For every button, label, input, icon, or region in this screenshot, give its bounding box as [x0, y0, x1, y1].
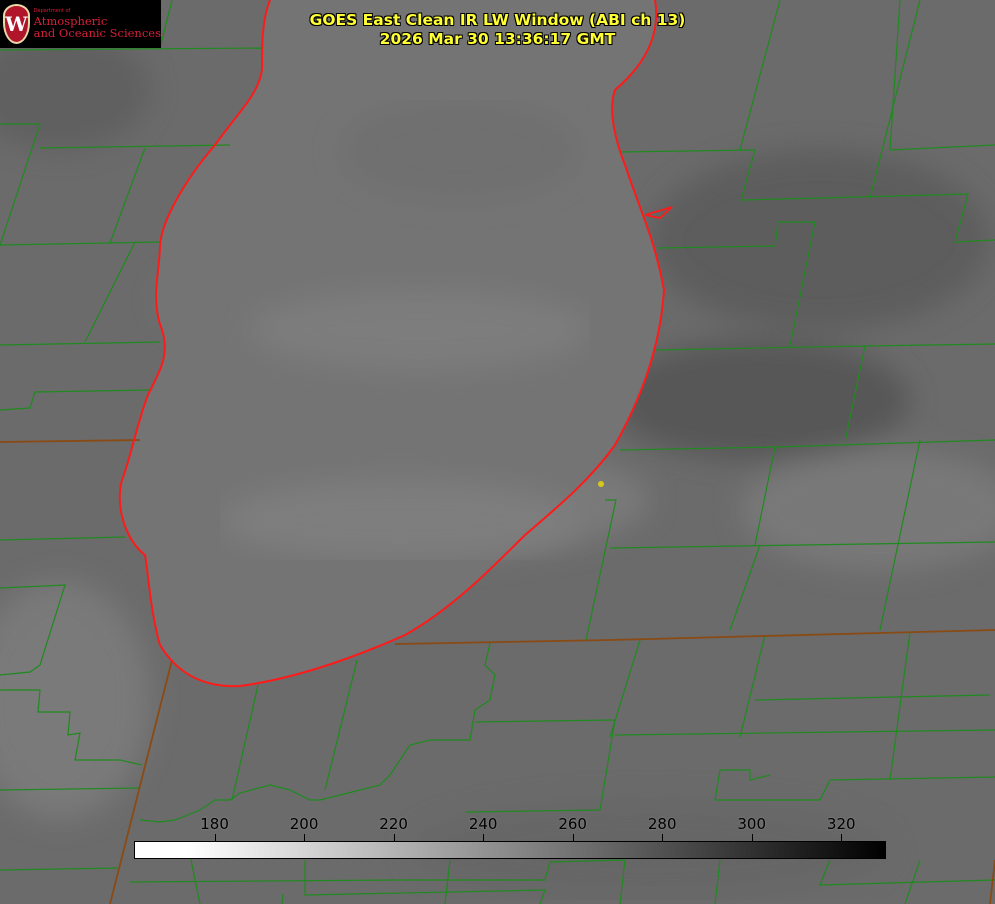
colorbar-tick-mark [215, 834, 216, 841]
location-marker [598, 481, 604, 487]
colorbar-tick-mark [841, 834, 842, 841]
timestamp: 2026 Mar 30 13:36:17 GMT [379, 30, 616, 48]
uw-crest-icon: W [3, 4, 30, 44]
satellite-image-viewer: W Department of Atmospheric and Oceanic … [0, 0, 995, 904]
colorbar-tick-label: 300 [737, 815, 767, 833]
colorbar-tick-mark [394, 834, 395, 841]
colorbar-tick-mark [662, 834, 663, 841]
colorbar-tick-mark [304, 834, 305, 841]
image-title: GOES East Clean IR LW Window (ABI ch 13)… [260, 11, 735, 49]
colorbar-tick-mark [483, 834, 484, 841]
colorbar-tick-label: 240 [468, 815, 498, 833]
colorbar-tick-label: 200 [289, 815, 319, 833]
temperature-colorbar [134, 841, 886, 859]
colorbar-tick-label: 260 [558, 815, 587, 833]
logo-line2: and Oceanic Sciences [33, 25, 161, 40]
product-title: GOES East Clean IR LW Window (ABI ch 13) [309, 11, 686, 29]
logo-text: Department of Atmospheric and Oceanic Sc… [34, 9, 161, 39]
satellite-map [0, 0, 995, 904]
colorbar-tick-mark [752, 834, 753, 841]
colorbar-tick-mark [573, 834, 574, 841]
colorbar-tick-label: 320 [826, 815, 856, 833]
colorbar-tick-label: 280 [647, 815, 677, 833]
colorbar-tick-label: 220 [379, 815, 408, 833]
aos-logo: W Department of Atmospheric and Oceanic … [0, 0, 161, 48]
colorbar-tick-label: 180 [200, 815, 229, 833]
